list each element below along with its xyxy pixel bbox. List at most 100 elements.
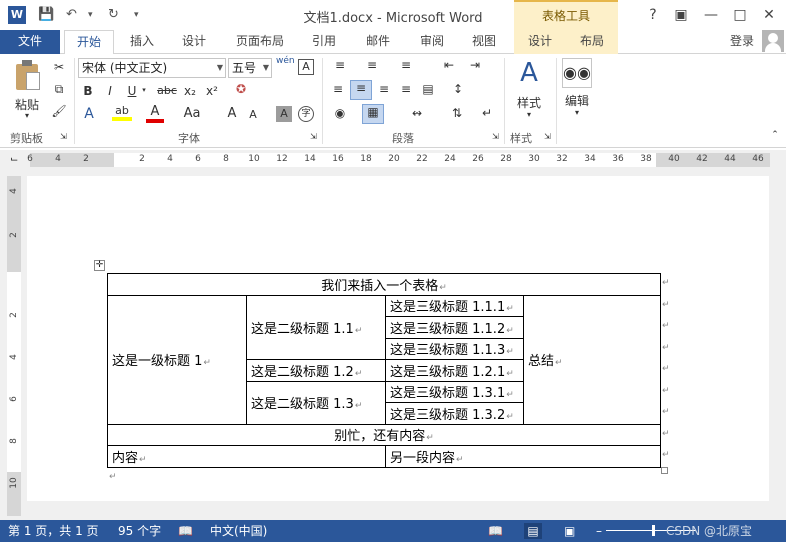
bullets-icon[interactable]: ≡	[330, 58, 350, 72]
print-layout-icon[interactable]: ▤	[524, 523, 542, 539]
help-button[interactable]: ?	[642, 4, 664, 26]
strikethrough-button[interactable]: abc	[156, 84, 178, 97]
styles-icon[interactable]: A	[514, 58, 544, 88]
phonetic-guide-icon[interactable]: wén	[276, 56, 295, 66]
chinese-layout-icon[interactable]: ↭	[406, 106, 428, 120]
zoom-thumb[interactable]	[652, 525, 655, 536]
edit-button[interactable]: 编辑	[560, 92, 594, 109]
paste-icon[interactable]	[14, 60, 42, 94]
sort-icon[interactable]: ⇅	[448, 106, 466, 120]
cell-mark-icon: ↵	[139, 454, 147, 465]
word-count[interactable]: 95 个字	[118, 520, 161, 542]
tab-table-design[interactable]: 设计	[518, 30, 562, 54]
increase-indent-icon[interactable]: ⇥	[466, 58, 484, 72]
ribbon-display-icon[interactable]: ▣	[670, 4, 692, 26]
tab-table-layout[interactable]: 布局	[570, 30, 614, 54]
table-cell[interactable]: 这是二级标题 1.1↵	[246, 294, 386, 360]
table-cell[interactable]: 这是三级标题 1.1.1↵	[385, 294, 524, 317]
table-cell[interactable]: 这是二级标题 1.3↵	[246, 380, 386, 425]
table-cell[interactable]: 内容↵	[107, 445, 386, 468]
user-avatar-icon[interactable]	[762, 30, 784, 52]
grow-font-icon[interactable]: A	[224, 106, 240, 121]
collapse-ribbon-icon[interactable]: ⌃	[768, 130, 782, 140]
subscript-button[interactable]: x₂	[182, 84, 198, 98]
tab-file[interactable]: 文件	[0, 30, 60, 54]
font-name-combo[interactable]: 宋体 (中文正文) ▼	[78, 58, 226, 78]
table-cell[interactable]: 这是一级标题 1↵	[107, 294, 247, 425]
decrease-indent-icon[interactable]: ⇤	[440, 58, 458, 72]
binoculars-icon[interactable]: ◉◉	[562, 58, 592, 88]
justify-icon[interactable]: ≡	[396, 82, 416, 96]
table-cell[interactable]: 总结↵	[523, 294, 661, 425]
close-button[interactable]: ✕	[758, 4, 780, 26]
read-mode-icon[interactable]: 📖	[488, 520, 503, 542]
multilevel-list-icon[interactable]: ≡	[396, 58, 416, 72]
underline-dropdown-icon[interactable]: ▾	[140, 86, 148, 94]
numbering-icon[interactable]: ≡	[362, 58, 382, 72]
ruler-tick: 26	[472, 154, 484, 164]
table-cell[interactable]: 这是三级标题 1.1.2↵	[385, 316, 524, 339]
shading-icon[interactable]: ◉	[330, 106, 350, 120]
cut-icon[interactable]: ✂	[50, 60, 68, 74]
table-cell[interactable]: 这是三级标题 1.2.1↵	[385, 359, 524, 382]
font-size-value: 五号	[232, 61, 257, 75]
change-case-icon[interactable]: Aa	[178, 106, 206, 121]
enclose-char-icon[interactable]: 字	[298, 106, 314, 122]
styles-dropdown-icon[interactable]: ▾	[522, 110, 536, 119]
line-spacing-icon[interactable]: ↕	[448, 82, 468, 96]
highlight-color-icon[interactable]: ab	[112, 104, 132, 121]
tab-mailings[interactable]: 邮件	[356, 30, 400, 54]
edit-dropdown-icon[interactable]: ▾	[570, 108, 584, 117]
underline-button[interactable]: U	[124, 84, 140, 98]
paragraph-launcher-icon[interactable]: ⇲	[492, 132, 499, 141]
tab-view[interactable]: 视图	[462, 30, 506, 54]
format-painter-icon[interactable]: 🖌	[50, 104, 68, 118]
copy-icon[interactable]: ⧉	[50, 82, 68, 97]
italic-button[interactable]: I	[102, 84, 118, 98]
align-right-icon[interactable]: ≡	[374, 82, 394, 96]
styles-button[interactable]: 样式	[512, 94, 546, 111]
tab-home[interactable]: 开始	[64, 30, 114, 55]
table-cell[interactable]: 这是三级标题 1.3.2↵	[385, 402, 524, 425]
tab-review[interactable]: 审阅	[410, 30, 454, 54]
borders-icon[interactable]: ▦	[362, 104, 384, 124]
web-layout-icon[interactable]: ▣	[564, 520, 575, 542]
paste-dropdown-icon[interactable]: ▾	[20, 111, 34, 120]
char-border-icon[interactable]: A	[298, 59, 314, 75]
table-resize-handle-icon[interactable]	[661, 467, 668, 474]
superscript-button[interactable]: x²	[204, 84, 220, 98]
tab-page-layout[interactable]: 页面布局	[226, 30, 294, 54]
show-marks-icon[interactable]: ↵	[478, 106, 496, 120]
page-count[interactable]: 第 1 页，共 1 页	[8, 520, 99, 542]
proofing-icon[interactable]: 📖	[178, 520, 193, 542]
shrink-font-icon[interactable]: A	[246, 108, 260, 121]
zoom-out-button[interactable]: –	[596, 520, 602, 542]
bold-button[interactable]: B	[80, 84, 96, 98]
distributed-icon[interactable]: ▤	[418, 82, 438, 96]
table-cell[interactable]: 另一段内容↵	[385, 445, 661, 468]
char-shading-icon[interactable]: A	[276, 106, 292, 122]
align-center-icon[interactable]: ≡	[350, 80, 372, 100]
font-launcher-icon[interactable]: ⇲	[310, 132, 317, 141]
clipboard-launcher-icon[interactable]: ⇲	[60, 132, 67, 141]
text-effects-icon[interactable]: A	[80, 106, 98, 122]
table-cell[interactable]: 这是三级标题 1.3.1↵	[385, 380, 524, 403]
styles-launcher-icon[interactable]: ⇲	[544, 132, 551, 141]
minimize-button[interactable]: —	[700, 4, 722, 26]
table-cell[interactable]: 这是三级标题 1.1.3↵	[385, 337, 524, 360]
table-cell[interactable]: 别忙，还有内容↵	[107, 423, 661, 446]
table-cell[interactable]: 我们来插入一个表格↵	[107, 273, 661, 296]
table-move-handle-icon[interactable]: ✛	[94, 260, 105, 271]
tab-design[interactable]: 设计	[172, 30, 216, 54]
maximize-button[interactable]: □	[729, 4, 751, 26]
clear-format-icon[interactable]: ✪	[232, 82, 250, 96]
tab-insert[interactable]: 插入	[120, 30, 164, 54]
font-size-combo[interactable]: 五号 ▼	[228, 58, 272, 78]
language[interactable]: 中文(中国)	[210, 520, 267, 542]
tab-references[interactable]: 引用	[302, 30, 346, 54]
document-table[interactable]: 我们来插入一个表格↵ 这是一级标题 1↵ 这是二级标题 1.1↵ 这是三级标题 …	[107, 273, 661, 468]
font-color-icon[interactable]: A	[146, 104, 164, 123]
login-link[interactable]: 登录	[722, 30, 762, 54]
table-cell[interactable]: 这是二级标题 1.2↵	[246, 359, 386, 382]
align-left-icon[interactable]: ≡	[328, 82, 348, 96]
